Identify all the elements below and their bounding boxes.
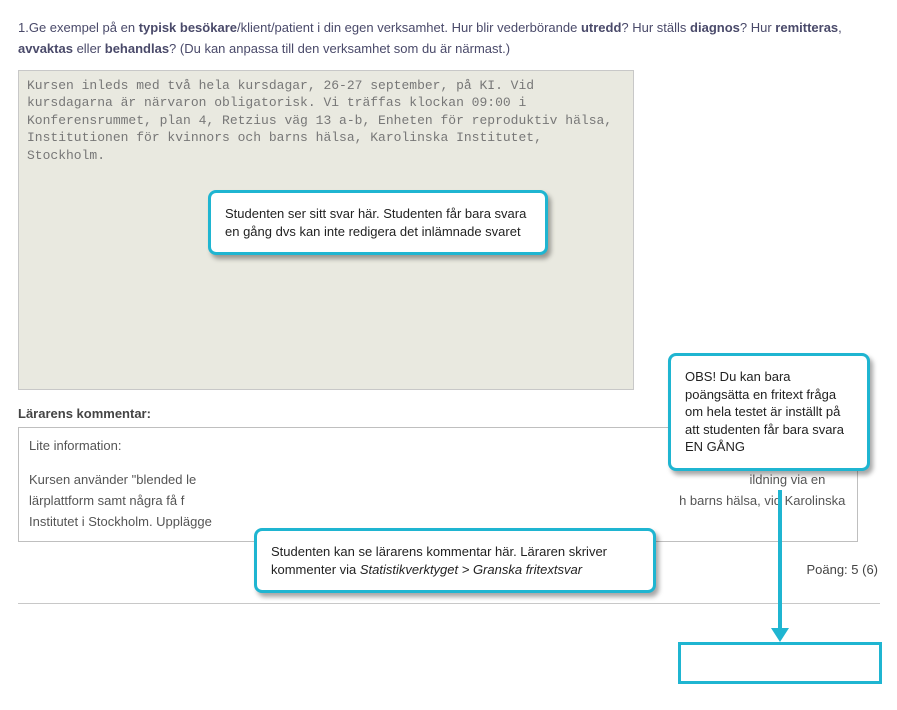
- comment-body: Kursen använder "blended le xxxxxxxxxxxx…: [29, 470, 847, 532]
- score-highlight: [678, 642, 882, 684]
- student-answer-text: Kursen inleds med två hela kursdagar, 26…: [27, 78, 612, 163]
- question-text: 1.Ge exempel på en typisk besökare/klien…: [18, 18, 879, 60]
- question-number: 1.: [18, 20, 29, 35]
- arrow-line: [778, 490, 782, 630]
- callout-comment: Studenten kan se lärarens kommentar här.…: [254, 528, 656, 593]
- callout-answer: Studenten ser sitt svar här. Studenten f…: [208, 190, 548, 255]
- arrow-head-icon: [771, 628, 789, 642]
- callout-score: OBS! Du kan bara poängsätta en fritext f…: [668, 353, 870, 471]
- divider: [18, 603, 880, 604]
